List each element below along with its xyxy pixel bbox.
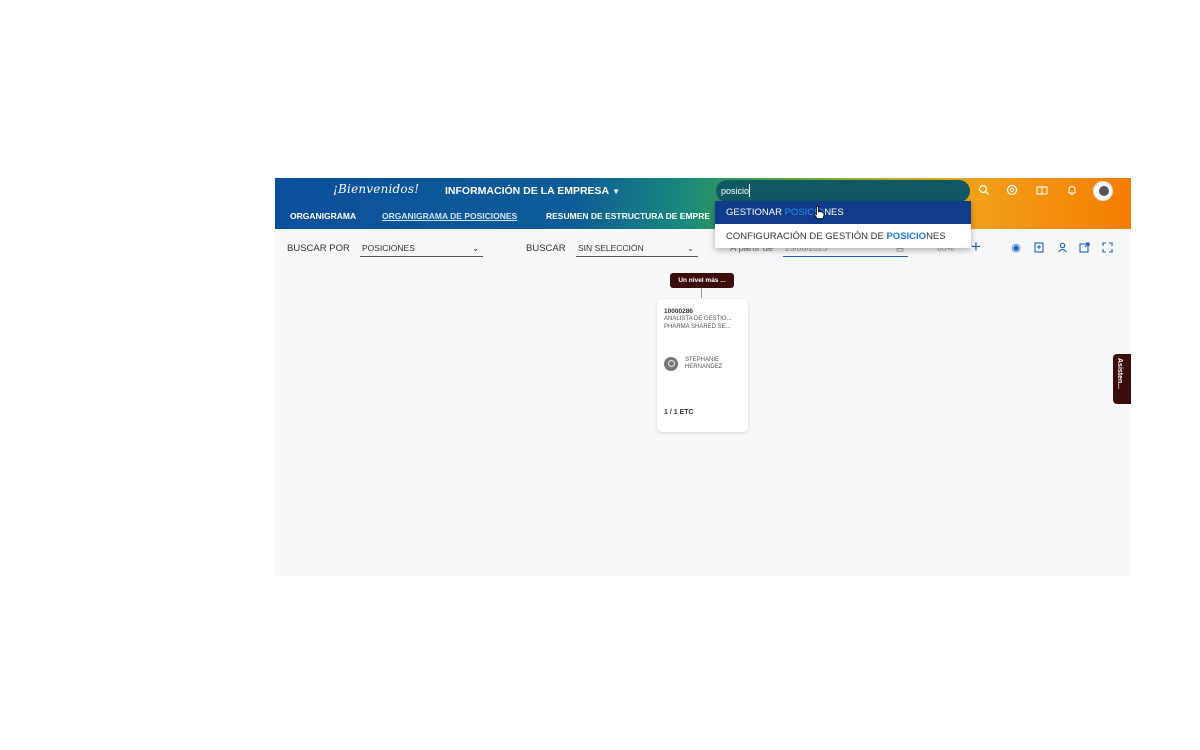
app-window: ¡Bienvenidos! INFORMACIÓN DE LA EMPRESA ▼…: [275, 178, 1131, 576]
position-card[interactable]: 10000286 ANALISTA DE GESTIO... PHARMA SH…: [657, 299, 748, 432]
assistant-side-tab[interactable]: Asisten...: [1113, 354, 1131, 404]
zoom-in-icon[interactable]: +: [971, 238, 981, 256]
chevron-down-icon: ⌄: [472, 244, 479, 253]
position-title: ANALISTA DE GESTIO...: [664, 316, 732, 322]
search-results-dropdown: GESTIONAR POSICIONES CONFIGURACIÓN DE GE…: [715, 201, 971, 248]
chevron-down-icon: ⌄: [687, 244, 694, 253]
select-value: SIN SELECCIÓN: [578, 243, 644, 253]
result-text: NES: [926, 231, 946, 242]
eye-icon[interactable]: ◉: [1010, 242, 1022, 254]
fte-count: 1 / 1 ETC: [664, 409, 694, 416]
fullscreen-icon[interactable]: [1101, 242, 1113, 254]
buscar-por-label: BUSCAR POR: [287, 243, 350, 254]
global-search[interactable]: [716, 180, 970, 202]
buscar-label: BUSCAR: [526, 243, 566, 254]
connector-line: [701, 288, 702, 298]
add-document-icon[interactable]: [1033, 242, 1045, 254]
result-text: NES: [824, 207, 844, 218]
tab-organigrama[interactable]: ORGANIGRAMA: [290, 211, 356, 221]
tab-resumen-estructura[interactable]: RESUMEN DE ESTRUCTURA DE EMPRE: [546, 211, 710, 221]
caret-down-icon: ▼: [612, 187, 621, 196]
user-avatar[interactable]: [1093, 181, 1113, 201]
org-chart-toolbar: BUSCAR POR POSICIONES ⌄ BUSCAR SIN SELEC…: [275, 229, 1131, 269]
buscar-select[interactable]: SIN SELECCIÓN ⌄: [576, 241, 698, 257]
search-icon[interactable]: [977, 184, 991, 198]
hand-cursor-icon: [813, 205, 825, 219]
select-value: POSICIONES: [362, 243, 415, 253]
help-icon[interactable]: [1005, 184, 1019, 198]
tab-organigrama-posiciones[interactable]: ORGANIGRAMA DE POSICIONES: [382, 211, 517, 221]
holder-last-name: HERNANDEZ: [685, 364, 723, 370]
assistant-label: Asisten...: [1116, 358, 1123, 390]
holder-first-name: STEPHANIE: [685, 357, 720, 363]
result-text: CONFIGURACIÓN DE GESTIÓN DE: [726, 231, 887, 242]
text-cursor: [749, 184, 750, 197]
expand-level-button[interactable]: Un nivel más ...: [670, 273, 734, 288]
company-info-label: INFORMACIÓN DE LA EMPRESA: [445, 185, 610, 197]
export-icon[interactable]: [1078, 242, 1090, 254]
search-input[interactable]: [721, 184, 961, 198]
search-result-config-posiciones[interactable]: CONFIGURACIÓN DE GESTIÓN DE POSICIONES: [715, 225, 971, 248]
person-icon[interactable]: [1056, 242, 1068, 254]
company-info-menu[interactable]: INFORMACIÓN DE LA EMPRESA ▼: [445, 185, 620, 197]
bell-icon[interactable]: [1065, 184, 1079, 198]
buscar-por-select[interactable]: POSICIONES ⌄: [360, 241, 483, 257]
avatar: [664, 357, 678, 371]
result-match: POSICIO: [886, 231, 927, 242]
position-code: 10000286: [664, 308, 693, 315]
welcome-logo: ¡Bienvenidos!: [333, 182, 420, 196]
position-org: PHARMA SHARED SE...: [664, 324, 731, 330]
result-text: GESTIONAR: [726, 207, 785, 218]
search-result-gestionar-posiciones[interactable]: GESTIONAR POSICIONES: [715, 201, 971, 224]
book-icon[interactable]: [1035, 184, 1049, 198]
top-header: ¡Bienvenidos! INFORMACIÓN DE LA EMPRESA ▼…: [275, 178, 1131, 229]
